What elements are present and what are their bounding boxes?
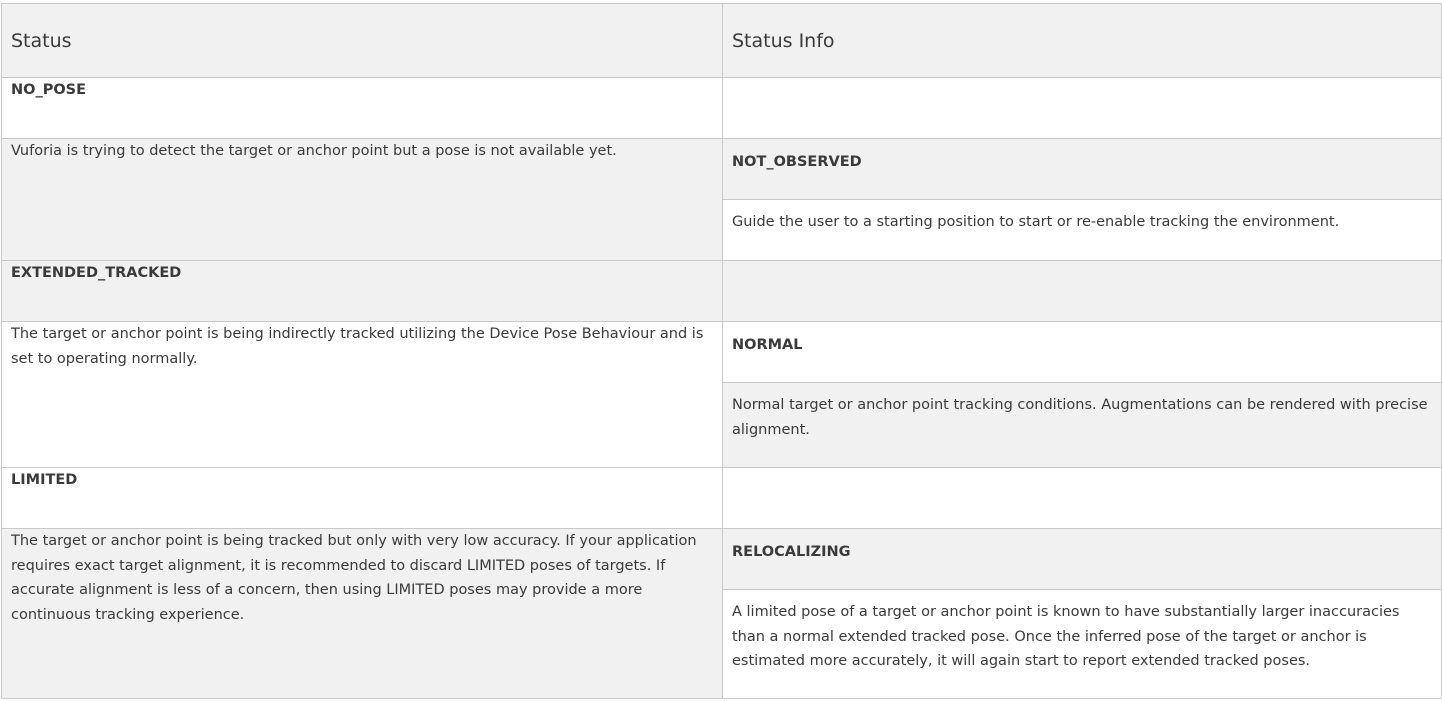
status-description-cell: The target or anchor point is being trac…: [1, 528, 723, 699]
header-status-info: Status Info: [722, 3, 1442, 78]
info-name: RELOCALIZING: [723, 529, 1441, 590]
status-description-cell: Vuforia is trying to detect the target o…: [1, 138, 723, 261]
table-header-row: Status Status Info: [1, 3, 1442, 78]
table-row: EXTENDED_TRACKED: [1, 260, 1442, 322]
table-row: Vuforia is trying to detect the target o…: [1, 138, 1442, 261]
table-row: LIMITED: [1, 467, 1442, 529]
status-table-page: Status Status Info NO_POSE Vuforia is tr…: [0, 0, 1442, 701]
info-name: NORMAL: [723, 322, 1441, 383]
status-description-cell: The target or anchor point is being indi…: [1, 321, 723, 468]
empty-info-cell: [722, 260, 1442, 322]
status-name-cell: EXTENDED_TRACKED: [1, 260, 723, 322]
status-name-cell: NO_POSE: [1, 77, 723, 139]
empty-info-cell: [722, 77, 1442, 139]
info-name: NOT_OBSERVED: [723, 139, 1441, 200]
status-info-cell: NOT_OBSERVED Guide the user to a startin…: [722, 138, 1442, 261]
info-description: A limited pose of a target or anchor poi…: [723, 590, 1441, 698]
table-row: NO_POSE: [1, 77, 1442, 139]
empty-info-cell: [722, 467, 1442, 529]
table-row: The target or anchor point is being trac…: [1, 528, 1442, 699]
table-row: The target or anchor point is being indi…: [1, 321, 1442, 468]
status-info-cell: NORMAL Normal target or anchor point tra…: [722, 321, 1442, 468]
info-description: Normal target or anchor point tracking c…: [723, 383, 1441, 467]
status-name-cell: LIMITED: [1, 467, 723, 529]
header-status: Status: [1, 3, 723, 78]
info-description: Guide the user to a starting position to…: [723, 200, 1441, 260]
status-table: Status Status Info NO_POSE Vuforia is tr…: [1, 3, 1442, 699]
status-info-cell: RELOCALIZING A limited pose of a target …: [722, 528, 1442, 699]
